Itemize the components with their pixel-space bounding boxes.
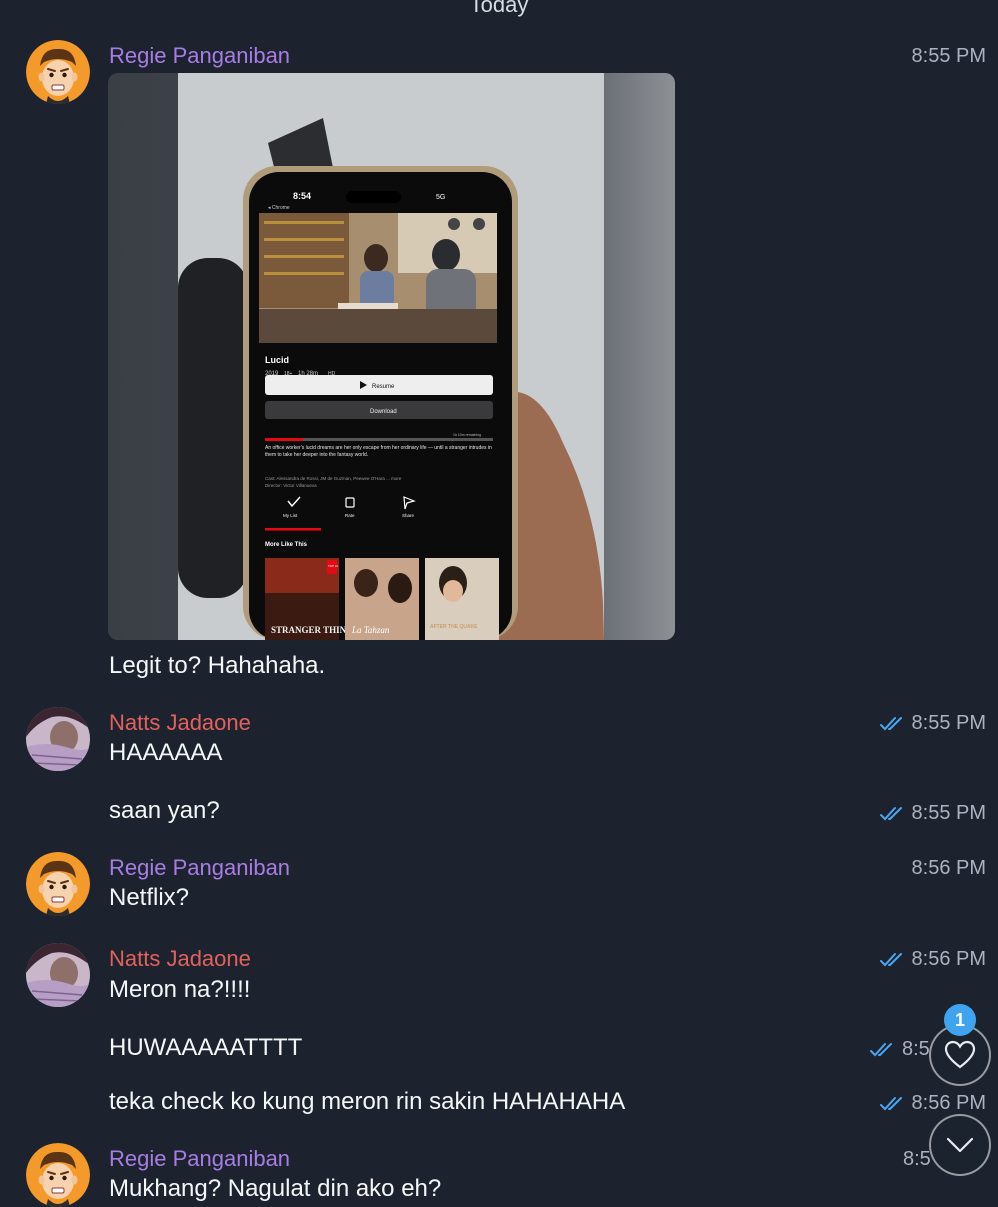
message-text: Legit to? Hahahaha. [109, 652, 326, 679]
message-time: 8:55 PM [911, 45, 986, 67]
svg-text:AFTER THE QUAKE: AFTER THE QUAKE [430, 624, 478, 630]
message-time: 8:5 [902, 1038, 930, 1060]
sender-name[interactable]: Natts Jadaone [109, 710, 251, 736]
svg-text:Lucid: Lucid [265, 355, 289, 365]
message-text: HUWAAAAATTTT [109, 1034, 303, 1061]
svg-text:My List: My List [283, 513, 298, 518]
scroll-to-bottom-button[interactable] [929, 1114, 991, 1176]
cartoon-face-icon [26, 852, 90, 916]
message-time: 8:55 PM [911, 802, 986, 824]
message-text: saan yan? [109, 797, 220, 824]
message-text: teka check ko kung meron rin sakin HAHAH… [109, 1088, 626, 1115]
sender-name[interactable]: Regie Panganiban [109, 855, 290, 881]
svg-text:Download: Download [370, 409, 397, 415]
svg-text:More Like This: More Like This [265, 542, 308, 548]
svg-text:1h 10m remaining: 1h 10m remaining [453, 433, 481, 437]
svg-text:Share: Share [402, 513, 415, 518]
sender-name[interactable]: Regie Panganiban [109, 1146, 290, 1172]
message-text: Netflix? [109, 884, 190, 911]
cartoon-face-icon [26, 1143, 90, 1207]
message-time: 8:5 [903, 1148, 931, 1170]
avatar-regie[interactable] [26, 40, 90, 104]
chevron-down-icon [946, 1137, 974, 1153]
profile-photo-icon [26, 707, 90, 771]
svg-text:◂ Chrome: ◂ Chrome [268, 205, 290, 211]
svg-text:Rate: Rate [345, 513, 355, 518]
read-checkmarks-icon [879, 806, 902, 820]
read-checkmarks-icon [879, 952, 902, 966]
message-time: 8:56 PM [911, 1092, 986, 1114]
heart-icon [944, 1040, 976, 1069]
message-time: 8:56 PM [911, 948, 986, 970]
message-meta: 8:55 PM [879, 712, 986, 735]
message-meta: 8:56 PM [879, 1092, 986, 1115]
svg-text:Cast: Alessandra de Rossi, JM: Cast: Alessandra de Rossi, JM de Guzman,… [265, 476, 402, 481]
message-meta: 8:55 PM [879, 802, 986, 825]
read-checkmarks-icon [879, 1096, 902, 1110]
message-meta: 8:5 [870, 1038, 930, 1061]
profile-photo-icon [26, 943, 90, 1007]
avatar-regie[interactable] [26, 1143, 90, 1207]
date-separator: Today [469, 0, 529, 17]
photo-netflix-phone: 8:54 ◂ Chrome 5G Lucid 2019 18+ 1h 28m H… [108, 73, 675, 640]
sender-name[interactable]: Regie Panganiban [109, 43, 290, 69]
message-text: HAAAAAA [109, 739, 223, 766]
avatar-regie[interactable] [26, 852, 90, 916]
avatar-natts[interactable] [26, 707, 90, 771]
sender-name[interactable]: Natts Jadaone [109, 946, 251, 972]
svg-text:TOP 10: TOP 10 [328, 564, 339, 568]
message-time: 8:56 PM [911, 857, 986, 879]
avatar-natts[interactable] [26, 943, 90, 1007]
unread-reactions-badge: 1 [944, 1004, 976, 1036]
message-meta: 8:56 PM [879, 948, 986, 971]
photo-attachment[interactable]: 8:54 ◂ Chrome 5G Lucid 2019 18+ 1h 28m H… [108, 73, 675, 640]
message-text: Mukhang? Nagulat din ako eh? [109, 1175, 442, 1202]
message-time: 8:55 PM [911, 712, 986, 734]
cartoon-face-icon [26, 40, 90, 104]
read-checkmarks-icon [879, 716, 902, 730]
svg-text:La Tahzan: La Tahzan [351, 625, 390, 635]
svg-text:8:54: 8:54 [293, 191, 311, 201]
svg-text:5G: 5G [436, 194, 445, 201]
read-checkmarks-icon [870, 1042, 892, 1056]
svg-text:Resume: Resume [372, 384, 395, 390]
svg-text:Director: Victor Villanueva: Director: Victor Villanueva [265, 483, 317, 488]
message-text: Meron na?!!!! [109, 976, 251, 1003]
